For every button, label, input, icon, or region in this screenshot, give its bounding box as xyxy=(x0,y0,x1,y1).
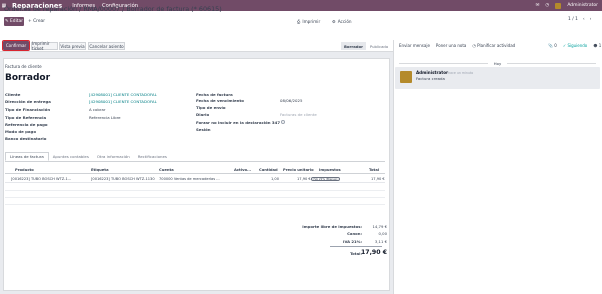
total-base-label: Importe libre de impuestos: xyxy=(302,224,362,229)
navbar-right: ✉ ◷ Administrator xyxy=(536,2,602,9)
followers-button[interactable]: ☻ 1 xyxy=(593,43,601,48)
field-value-direccion[interactable]: [42908001] CLIENTE CONTADOFAL xyxy=(89,99,157,104)
schedule-activity-button[interactable]: ◷ Planificar actividad xyxy=(472,43,515,48)
totals-separator xyxy=(330,246,382,247)
next-icon[interactable]: › xyxy=(590,17,592,22)
field-label-forzar-347: Forzar no incluir en la declaración 347 xyxy=(196,120,281,125)
print-button[interactable]: ⎙ Imprimir xyxy=(297,17,320,26)
state-publicado[interactable]: Publicado xyxy=(366,42,392,50)
clock-icon: ◷ xyxy=(472,43,476,48)
field-value-fecha-vencimiento[interactable]: 08/06/2025 xyxy=(280,98,302,103)
field-label-direccion: Dirección de entrega xyxy=(5,99,51,104)
field-label-tipo-referencia: Tipo de Referencia xyxy=(5,115,47,120)
empty-row-line xyxy=(5,197,385,198)
field-value-diario[interactable]: Facturas de cliente xyxy=(280,112,317,117)
field-label-sesion: Sesión xyxy=(196,127,211,132)
gear-icon: ⚙ xyxy=(332,19,336,24)
confirm-button[interactable]: Confirmar xyxy=(1,39,31,52)
invoice-status-title: Borrador xyxy=(5,73,51,83)
day-separator: Hoy xyxy=(393,60,602,66)
tab-lineas-factura[interactable]: Líneas de factura xyxy=(5,152,49,161)
author-avatar[interactable] xyxy=(400,71,412,83)
field-label-diario: Diario xyxy=(196,112,210,117)
field-value-financiacion[interactable]: A cobrar xyxy=(89,107,105,112)
chatter-actions: Enviar mensaje Poner una nota ◷ Planific… xyxy=(399,43,515,48)
cell-precio: 17,90 € xyxy=(297,177,311,181)
field-label-fecha-factura: Fecha de factura xyxy=(196,92,233,97)
state-borrador[interactable]: Borrador xyxy=(341,42,366,50)
user-avatar[interactable] xyxy=(555,2,562,9)
total-iva-value: 3,11 € xyxy=(374,239,387,244)
col-total[interactable]: Total xyxy=(369,168,379,172)
field-value-tipo-referencia[interactable]: Referencia Libre xyxy=(89,115,121,120)
col-cantidad[interactable]: Cantidad xyxy=(259,168,278,172)
col-activo[interactable]: Activo... xyxy=(234,168,251,172)
table-row[interactable]: [0016223] TUBO BOSCH WTZ-1... [0016223] … xyxy=(5,175,385,183)
tab-divider xyxy=(5,161,385,162)
field-label-modo-pago: Modo de pago xyxy=(5,129,37,134)
invoice-type: Factura de cliente xyxy=(5,64,42,69)
col-etiqueta[interactable]: Etiqueta xyxy=(91,168,109,172)
field-value-cliente[interactable]: [42908001] CLIENTE CONTADOFAL xyxy=(89,92,157,97)
pager-value[interactable]: 1 / 1 xyxy=(568,17,578,22)
total-base-value: 14,79 € xyxy=(372,224,388,229)
cell-etiqueta: [0016223] TUBO BOSCH WTZ-1130 xyxy=(91,177,155,181)
col-precio[interactable]: Precio unitario xyxy=(283,168,314,172)
total-canon-value: 0,00 xyxy=(378,231,387,236)
print-ticket-button[interactable]: Imprimir ticket xyxy=(31,41,58,51)
table-header: Producto Etiqueta Cuenta Activo... Canti… xyxy=(5,166,385,174)
chat-icon[interactable]: ✉ xyxy=(536,3,540,8)
cell-cantidad: 1,00 xyxy=(271,177,280,181)
prev-icon[interactable]: ‹ xyxy=(583,17,585,22)
log-note-button[interactable]: Poner una nota xyxy=(436,43,466,48)
cell-cuenta: 700000 Ventas de mercaderías ... xyxy=(159,177,220,181)
clock-icon[interactable]: ◷ xyxy=(545,3,549,8)
field-label-tipo-envio: Tipo de envío xyxy=(196,105,226,110)
field-label-cliente: Cliente xyxy=(5,92,21,97)
preview-button[interactable]: Vista previa xyxy=(59,42,86,50)
print-icon: ⎙ xyxy=(297,19,301,24)
forzar-347-checkbox[interactable] xyxy=(281,120,285,124)
col-producto[interactable]: Producto xyxy=(15,168,34,172)
tab-rectificaciones[interactable]: Rectificaciones xyxy=(134,152,171,161)
action-button[interactable]: ⚙ Acción xyxy=(332,17,352,26)
tab-otra-informacion[interactable]: Otra información xyxy=(93,152,134,161)
total-value: 17,90 € xyxy=(360,249,387,256)
field-label-financiacion: Tipo de Financiación xyxy=(5,107,51,112)
attachments-button[interactable]: 📎 0 xyxy=(548,43,557,48)
edit-button[interactable]: ✎ Editar xyxy=(4,17,24,26)
empty-row-line xyxy=(5,204,385,205)
cell-producto: [0016223] TUBO BOSCH WTZ-1... xyxy=(11,177,72,181)
col-cuenta[interactable]: Cuenta xyxy=(159,168,174,172)
tax-badge: IVA 21% (Bienes) xyxy=(311,176,341,181)
breadcrumb-current: Borrador de factura (* 60615) xyxy=(126,5,222,13)
total-iva-label: IVA 21%: xyxy=(343,239,362,244)
total-label: Total: xyxy=(350,251,362,256)
chatter-follow: 📎 0 ✓ Siguiendo ☻ 1 xyxy=(548,43,601,48)
message-author[interactable]: Administrator xyxy=(416,70,448,75)
field-label-banco: Banco destinatario xyxy=(5,136,47,141)
breadcrumb-parent[interactable]: Órdenes de reparación xyxy=(4,5,77,13)
breadcrumb-order[interactable]: RMA/00007 xyxy=(83,5,120,13)
send-message-button[interactable]: Enviar mensaje xyxy=(399,43,430,48)
pager: 1 / 1 ‹ › xyxy=(568,17,591,22)
user-name[interactable]: Administrator xyxy=(567,3,598,8)
field-label-referencia-pago: Referencia de pago xyxy=(5,122,48,127)
cancel-entry-button[interactable]: Cancelar asiento xyxy=(88,42,125,50)
empty-row-line xyxy=(5,190,385,191)
create-button[interactable]: + Crear xyxy=(28,17,45,26)
total-canon-label: Canon: xyxy=(347,231,362,236)
message-time: - hace un minuto xyxy=(446,71,474,75)
cell-total: 17,90 € xyxy=(371,177,385,181)
breadcrumb: Órdenes de reparación / RMA/00007 / Borr… xyxy=(4,5,222,13)
paperclip-icon: 📎 xyxy=(548,43,553,48)
following-button[interactable]: ✓ Siguiendo xyxy=(563,43,587,48)
notebook-tabs: Líneas de factura Apuntes contables Otra… xyxy=(5,152,171,161)
col-impuestos[interactable]: Impuestos xyxy=(319,168,341,172)
field-label-fecha-vencimiento: Fecha de vencimiento xyxy=(196,98,244,103)
message-body: Factura creada xyxy=(416,76,445,81)
tab-apuntes-contables[interactable]: Apuntes contables xyxy=(49,152,93,161)
user-icon: ☻ xyxy=(593,43,598,48)
